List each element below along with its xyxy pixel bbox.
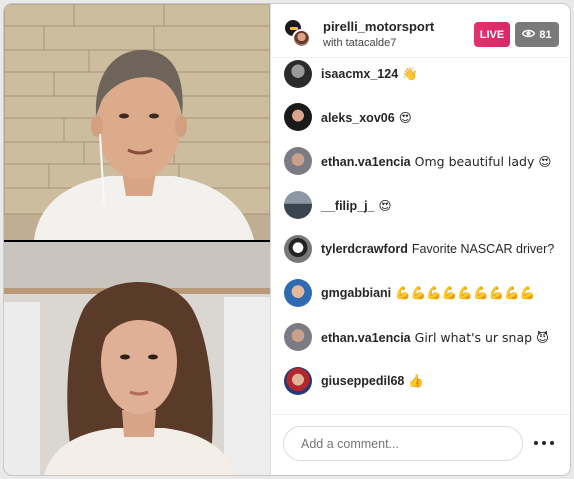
comment-item: gmgabbiani 💪💪💪💪💪💪💪💪💪 bbox=[271, 273, 570, 313]
comment-text: Girl what's ur snap 😈 bbox=[414, 329, 550, 345]
comment-username[interactable]: isaacmx_124 bbox=[321, 67, 398, 81]
comment-avatar[interactable] bbox=[284, 367, 312, 395]
chat-panel: pirelli_motorsport with tatacalde7 LIVE … bbox=[270, 4, 570, 475]
comment-list[interactable]: isaacmx_124 👋 aleks_xov06 😍 ethan.va1encia… bbox=[271, 58, 570, 414]
comment-item: ethan.va1encia Omg beautiful lady 😍 bbox=[271, 141, 570, 181]
comment-text: 😍 bbox=[378, 197, 392, 213]
comment-avatar[interactable] bbox=[284, 103, 312, 131]
eye-icon bbox=[522, 29, 536, 41]
viewer-count-badge[interactable]: 81 bbox=[515, 22, 559, 47]
comment-input[interactable] bbox=[283, 426, 523, 461]
comment-avatar[interactable] bbox=[284, 147, 312, 175]
comment-item: ethan.va1encia Girl what's ur snap 😈 bbox=[271, 317, 570, 357]
comment-username[interactable]: ethan.va1encia bbox=[321, 331, 411, 345]
video-panel bbox=[4, 4, 270, 475]
comment-item: isaacmx_124 👋 bbox=[271, 58, 570, 94]
comment-avatar[interactable] bbox=[284, 60, 312, 88]
comment-avatar[interactable] bbox=[284, 323, 312, 351]
host-video-feed[interactable] bbox=[4, 4, 270, 240]
comment-text: 😍 bbox=[398, 109, 412, 125]
comment-username[interactable]: aleks_xov06 bbox=[321, 111, 395, 125]
comment-text: Omg beautiful lady 😍 bbox=[414, 153, 552, 169]
comment-text: 👋 bbox=[402, 66, 418, 81]
comment-username[interactable]: tylerdcrawford bbox=[321, 242, 408, 256]
comment-item: __filip_j_ 😍 bbox=[271, 185, 570, 225]
comment-avatar[interactable] bbox=[284, 235, 312, 263]
live-badge: LIVE bbox=[474, 22, 510, 47]
guest-video-feed[interactable] bbox=[4, 242, 270, 475]
comment-username[interactable]: gmgabbiani bbox=[321, 286, 391, 300]
host-avatars[interactable] bbox=[283, 18, 313, 48]
host-username[interactable]: pirelli_motorsport bbox=[323, 19, 434, 34]
live-header: pirelli_motorsport with tatacalde7 LIVE … bbox=[271, 4, 570, 58]
viewer-count: 81 bbox=[539, 28, 552, 41]
live-window: pirelli_motorsport with tatacalde7 LIVE … bbox=[4, 4, 570, 475]
host-subtitle: with tatacalde7 bbox=[323, 37, 397, 49]
comment-avatar[interactable] bbox=[284, 191, 312, 219]
comment-item: tylerdcrawford Favorite NASCAR driver? bbox=[271, 229, 570, 269]
comment-text: Favorite NASCAR driver? bbox=[411, 242, 555, 256]
comment-text: 💪💪💪💪💪💪💪💪💪 bbox=[395, 285, 536, 300]
comment-avatar[interactable] bbox=[284, 279, 312, 307]
comment-username[interactable]: __filip_j_ bbox=[321, 199, 375, 213]
comment-username[interactable]: giuseppedil68 bbox=[321, 374, 404, 388]
comment-item: giuseppedil68 👍 bbox=[271, 361, 570, 401]
comment-text: 👍 bbox=[408, 373, 424, 388]
comment-username[interactable]: ethan.va1encia bbox=[321, 155, 411, 169]
guest-avatar bbox=[292, 29, 311, 48]
comment-item: aleks_xov06 😍 bbox=[271, 97, 570, 137]
more-options-icon[interactable] bbox=[534, 433, 554, 453]
comment-composer bbox=[271, 414, 570, 475]
